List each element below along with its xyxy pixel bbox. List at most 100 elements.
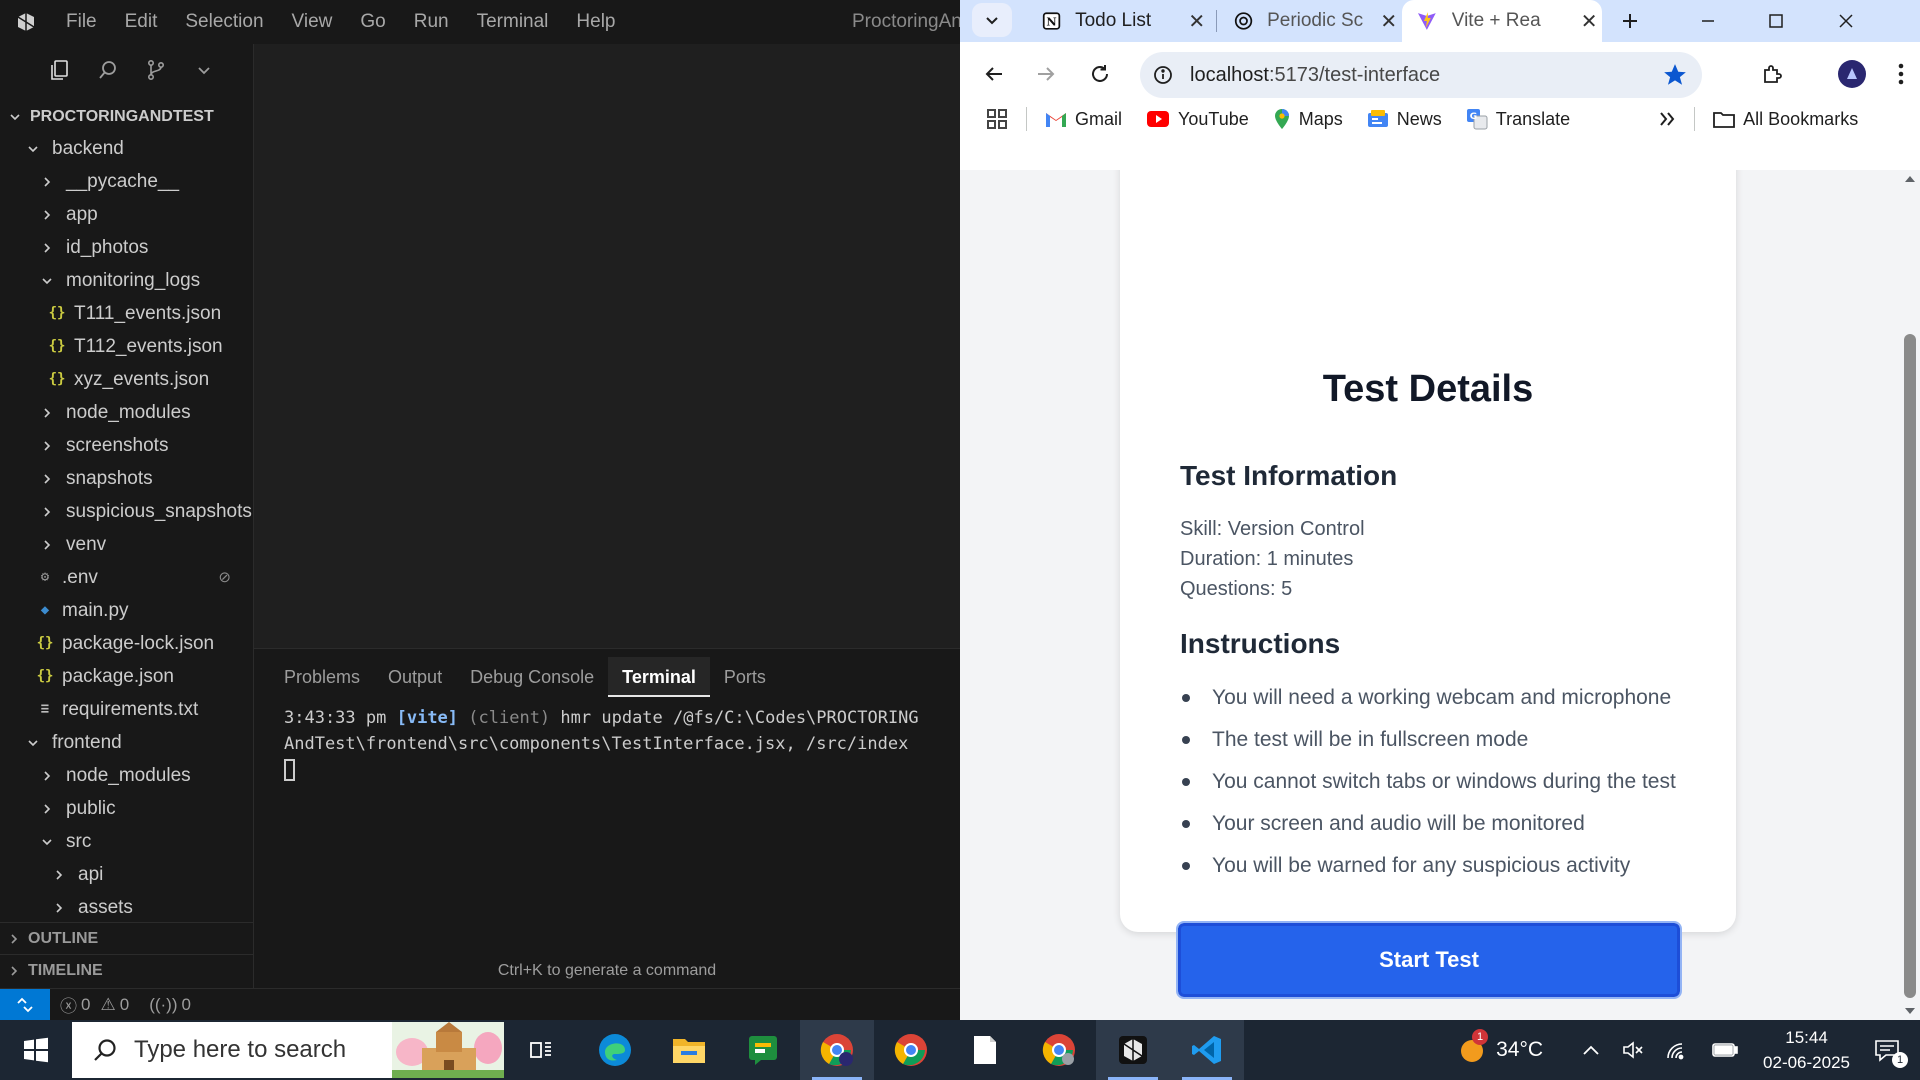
close-icon[interactable]: ✕ [1377, 8, 1400, 34]
tree-folder-api[interactable]: api [0, 858, 253, 891]
tree-folder-public[interactable]: public [0, 792, 253, 825]
explorer-icon[interactable] [36, 50, 84, 90]
site-info-icon[interactable] [1140, 65, 1186, 85]
tree-folder-pycache[interactable]: __pycache__ [0, 165, 253, 198]
volume-button[interactable] [1611, 1020, 1655, 1080]
taskbar-chrome-profile[interactable] [800, 1020, 874, 1080]
timeline-section[interactable]: TIMELINE [0, 954, 253, 986]
tree-folder-suspicious-snapshots[interactable]: suspicious_snapshots [0, 495, 253, 528]
maximize-button[interactable] [1742, 0, 1810, 42]
taskbar-chrome[interactable] [874, 1020, 948, 1080]
tree-folder-snapshots[interactable]: snapshots [0, 462, 253, 495]
outline-section[interactable]: OUTLINE [0, 922, 253, 954]
menu-terminal[interactable]: Terminal [463, 0, 563, 44]
problems-status[interactable]: ⓧ 0 ⚠ 0 [50, 992, 139, 1017]
forward-button[interactable] [1026, 54, 1066, 94]
bookmark-gmail[interactable]: Gmail [1033, 101, 1134, 137]
scroll-up-icon[interactable] [1904, 174, 1916, 184]
tree-folder-frontend-node-modules[interactable]: node_modules [0, 759, 253, 792]
editor-area[interactable] [254, 44, 960, 648]
new-tab-button[interactable] [1610, 0, 1650, 42]
tree-folder-frontend[interactable]: frontend [0, 726, 253, 759]
tab-todo-list[interactable]: N Todo List ✕ [1030, 0, 1208, 42]
chevron-down-icon[interactable] [180, 50, 228, 90]
tree-file-t111-events[interactable]: {} T111_events.json [0, 297, 253, 330]
tree-folder-backend[interactable]: backend [0, 132, 253, 165]
url-text[interactable]: localhost:5173/test-interface [1190, 64, 1440, 87]
bookmark-youtube[interactable]: YouTube [1134, 101, 1261, 137]
search-icon[interactable] [84, 50, 132, 90]
bookmark-news[interactable]: News [1355, 101, 1454, 137]
start-button[interactable] [0, 1020, 72, 1080]
menu-help[interactable]: Help [562, 0, 629, 44]
ports-status[interactable]: ((·)) 0 [139, 995, 201, 1015]
page-viewport[interactable]: Test Details Test Information Skill: Ver… [960, 170, 1920, 1020]
source-control-icon[interactable] [132, 50, 180, 90]
all-bookmarks-button[interactable]: All Bookmarks [1701, 101, 1870, 137]
menu-selection[interactable]: Selection [171, 0, 277, 44]
tab-vite-react[interactable]: Vite + Rea ✕ [1402, 0, 1602, 42]
tree-file-main-py[interactable]: ◆ main.py [0, 594, 253, 627]
taskbar-chrome-alt[interactable] [1022, 1020, 1096, 1080]
scroll-down-icon[interactable] [1904, 1006, 1916, 1016]
task-view-button[interactable] [504, 1020, 578, 1080]
extensions-button[interactable] [1752, 54, 1792, 94]
reload-button[interactable] [1080, 54, 1120, 94]
back-button[interactable] [974, 54, 1014, 94]
menu-view[interactable]: View [278, 0, 347, 44]
close-icon[interactable]: ✕ [1185, 8, 1208, 34]
terminal-output[interactable]: 3:43:33 pm [vite] (client) hmr update /@… [254, 705, 960, 783]
menu-go[interactable]: Go [346, 0, 399, 44]
close-window-button[interactable] [1812, 0, 1880, 42]
tree-folder-assets[interactable]: assets [0, 891, 253, 924]
tree-folder-node-modules[interactable]: node_modules [0, 396, 253, 429]
bookmark-maps[interactable]: Maps [1261, 101, 1355, 137]
tab-terminal[interactable]: Terminal [608, 657, 710, 697]
tab-problems[interactable]: Problems [270, 657, 374, 697]
bookmark-translate[interactable]: G Translate [1454, 101, 1582, 137]
page-scrollbar[interactable] [1900, 170, 1920, 1020]
taskbar-file-explorer[interactable] [652, 1020, 726, 1080]
tree-folder-app[interactable]: app [0, 198, 253, 231]
tree-folder-screenshots[interactable]: screenshots [0, 429, 253, 462]
apps-button[interactable] [960, 101, 1020, 137]
menu-run[interactable]: Run [400, 0, 463, 44]
scroll-thumb[interactable] [1904, 334, 1916, 998]
tab-periodic[interactable]: Periodic Sc ✕ [1222, 0, 1400, 42]
profile-avatar[interactable] [1832, 54, 1872, 94]
tree-folder-venv[interactable]: venv [0, 528, 253, 561]
more-bookmarks-button[interactable] [1646, 101, 1688, 137]
tree-file-package-json[interactable]: {} package.json [0, 660, 253, 693]
explorer-root-header[interactable]: PROCTORINGANDTEST [0, 102, 253, 132]
wifi-button[interactable] [1655, 1020, 1701, 1080]
remote-indicator[interactable] [0, 988, 50, 1021]
tree-file-xyz-events[interactable]: {} xyz_events.json [0, 363, 253, 396]
bookmark-star-icon[interactable] [1662, 62, 1688, 93]
tree-folder-monitoring-logs[interactable]: monitoring_logs [0, 264, 253, 297]
start-test-button[interactable]: Start Test [1176, 921, 1682, 999]
tab-ports[interactable]: Ports [710, 657, 780, 697]
clock[interactable]: 15:44 02-06-2025 [1749, 1025, 1864, 1075]
menu-edit[interactable]: Edit [111, 0, 172, 44]
tab-debug-console[interactable]: Debug Console [456, 657, 608, 697]
minimize-button[interactable] [1674, 0, 1742, 42]
weather-widget[interactable]: 1 34°C [1448, 1020, 1553, 1080]
close-icon[interactable]: ✕ [1576, 8, 1602, 34]
tree-folder-src[interactable]: src [0, 825, 253, 858]
tree-file-package-lock[interactable]: {} package-lock.json [0, 627, 253, 660]
taskbar-search-box[interactable]: Type here to search [72, 1022, 504, 1078]
tab-output[interactable]: Output [374, 657, 456, 697]
tree-file-t112-events[interactable]: {} T112_events.json [0, 330, 253, 363]
address-bar[interactable]: localhost:5173/test-interface [1140, 52, 1702, 98]
menu-file[interactable]: File [52, 0, 111, 44]
tree-folder-id-photos[interactable]: id_photos [0, 231, 253, 264]
taskbar-notepad[interactable] [948, 1020, 1022, 1080]
tree-file-env[interactable]: ⚙ .env ⊘ [0, 561, 253, 594]
taskbar-chat-app[interactable] [726, 1020, 800, 1080]
notifications-button[interactable]: 1 [1864, 1020, 1920, 1080]
show-hidden-icons[interactable] [1571, 1020, 1611, 1080]
taskbar-vscode[interactable] [1170, 1020, 1244, 1080]
taskbar-edge[interactable] [578, 1020, 652, 1080]
tree-file-requirements[interactable]: ≡ requirements.txt [0, 693, 253, 726]
taskbar-cursor[interactable] [1096, 1020, 1170, 1080]
